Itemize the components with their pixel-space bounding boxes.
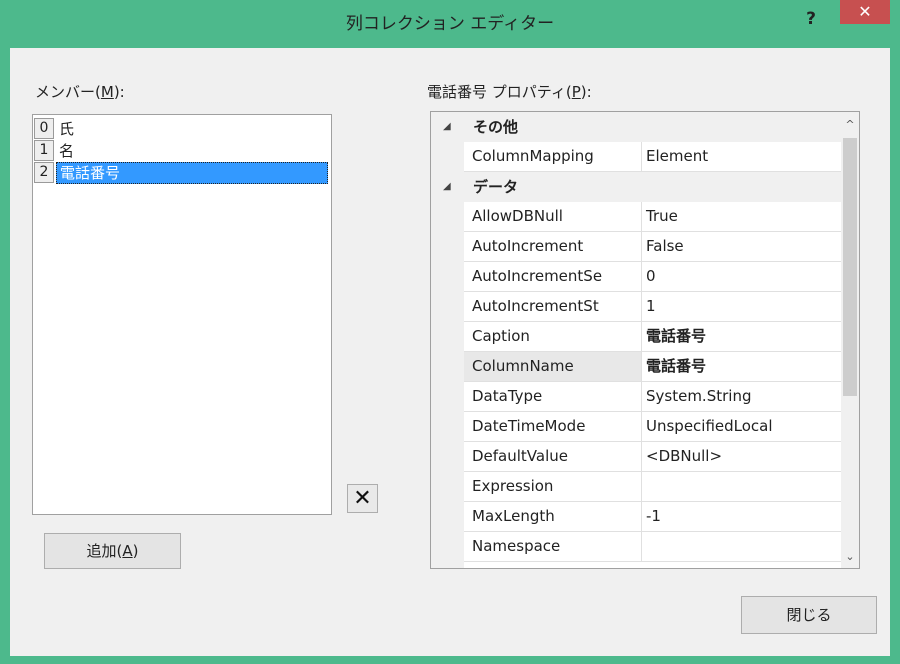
- column-divider: [641, 232, 642, 262]
- category-row[interactable]: ◢ データ: [431, 172, 841, 202]
- title-bar[interactable]: 列コレクション エディター ? ✕: [0, 0, 900, 48]
- property-name: DataType: [472, 387, 543, 405]
- scroll-thumb[interactable]: [843, 138, 857, 396]
- window-title: 列コレクション エディター: [345, 14, 555, 34]
- property-value[interactable]: False: [646, 232, 684, 261]
- property-row[interactable]: AutoIncrementSt 1: [464, 292, 841, 322]
- property-name: AutoIncrement: [472, 237, 584, 255]
- scroll-up-icon[interactable]: ^: [841, 116, 859, 134]
- property-row[interactable]: Caption 電話番号: [464, 322, 841, 352]
- property-row[interactable]: AllowDBNull True: [464, 202, 841, 232]
- property-name: Namespace: [472, 537, 561, 555]
- property-row[interactable]: DefaultValue <DBNull>: [464, 442, 841, 472]
- close-window-button[interactable]: ✕: [840, 0, 890, 24]
- collapse-triangle-icon[interactable]: ◢: [443, 172, 451, 202]
- category-name: その他: [473, 118, 519, 136]
- property-name: ColumnMapping: [472, 147, 594, 165]
- property-row[interactable]: AutoIncrementSe 0: [464, 262, 841, 292]
- member-index: 0: [34, 118, 54, 139]
- column-divider: [641, 322, 642, 352]
- member-index: 1: [34, 140, 54, 161]
- column-divider: [641, 292, 642, 322]
- member-index: 2: [34, 162, 54, 183]
- help-button[interactable]: ?: [796, 6, 826, 32]
- property-row[interactable]: ColumnMapping Element: [464, 142, 841, 172]
- property-row[interactable]: MaxLength -1: [464, 502, 841, 532]
- members-list[interactable]: 0 氏 1 名 2 電話番号: [32, 114, 332, 515]
- member-item-selected[interactable]: 2 電話番号: [34, 162, 328, 184]
- member-item[interactable]: 0 氏: [34, 118, 328, 140]
- category-row[interactable]: ◢ その他: [431, 112, 841, 142]
- property-name: ColumnName: [464, 352, 641, 381]
- column-divider: [641, 472, 642, 502]
- dialog-window: 列コレクション エディター ? ✕ メンバー(M): 0 氏 1 名 2 電話番…: [0, 0, 900, 664]
- scroll-down-icon[interactable]: ⌄: [841, 548, 859, 566]
- property-value[interactable]: 0: [646, 262, 656, 291]
- property-grid-scrollbar[interactable]: ^ ⌄: [841, 112, 859, 568]
- collapse-triangle-icon[interactable]: ◢: [443, 112, 451, 142]
- column-divider: [641, 352, 642, 382]
- property-name: DateTimeMode: [472, 417, 586, 435]
- column-divider: [641, 202, 642, 232]
- properties-label: 電話番号 プロパティ(P):: [427, 83, 592, 101]
- property-row[interactable]: DateTimeMode UnspecifiedLocal: [464, 412, 841, 442]
- property-name: Expression: [472, 477, 554, 495]
- member-name: 氏: [59, 120, 75, 138]
- property-row[interactable]: Expression: [464, 472, 841, 502]
- property-name: AutoIncrementSt: [472, 297, 599, 315]
- column-divider: [641, 262, 642, 292]
- property-value[interactable]: True: [646, 202, 678, 231]
- property-name: MaxLength: [472, 507, 555, 525]
- remove-member-button[interactable]: ✕: [347, 484, 378, 513]
- members-label: メンバー(M):: [35, 83, 125, 101]
- property-name: Caption: [472, 327, 530, 345]
- category-name: データ: [473, 178, 519, 196]
- add-member-button[interactable]: 追加(A): [44, 533, 181, 569]
- property-value[interactable]: Element: [646, 142, 708, 171]
- property-value[interactable]: System.String: [646, 382, 751, 411]
- property-value[interactable]: 電話番号: [646, 322, 706, 351]
- member-item[interactable]: 1 名: [34, 140, 328, 162]
- property-name: DefaultValue: [472, 447, 568, 465]
- property-value[interactable]: -1: [646, 502, 661, 531]
- property-value[interactable]: UnspecifiedLocal: [646, 412, 773, 441]
- property-value[interactable]: <DBNull>: [646, 442, 722, 471]
- property-row[interactable]: DataType System.String: [464, 382, 841, 412]
- property-row[interactable]: AutoIncrement False: [464, 232, 841, 262]
- column-divider: [641, 142, 642, 172]
- property-row-selected[interactable]: ColumnName 電話番号: [464, 352, 841, 382]
- column-divider: [641, 382, 642, 412]
- property-name: AutoIncrementSe: [472, 267, 603, 285]
- property-row[interactable]: Namespace: [464, 532, 841, 562]
- property-grid[interactable]: ◢ その他 ColumnMapping Element ◢ データ AllowD…: [430, 111, 860, 569]
- column-divider: [641, 532, 642, 562]
- column-divider: [641, 412, 642, 442]
- close-button[interactable]: 閉じる: [741, 596, 877, 634]
- member-name: 名: [59, 142, 75, 160]
- property-value[interactable]: 1: [646, 292, 656, 321]
- column-divider: [641, 442, 642, 472]
- member-name: 電話番号: [56, 162, 328, 184]
- property-value[interactable]: 電話番号: [646, 352, 706, 381]
- property-name: AllowDBNull: [472, 207, 563, 225]
- column-divider: [641, 502, 642, 532]
